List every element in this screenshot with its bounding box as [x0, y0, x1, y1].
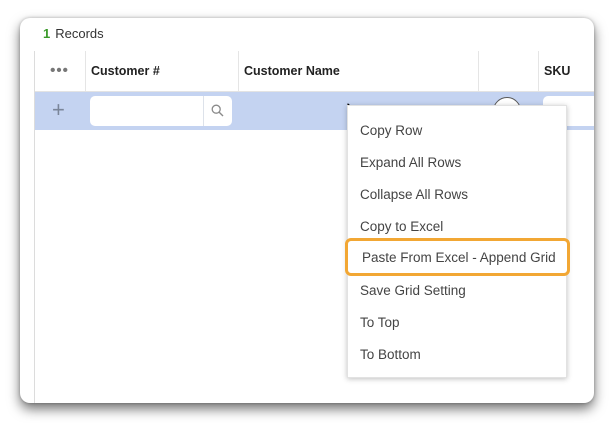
records-label: Records: [55, 26, 104, 41]
column-header-customer-name[interactable]: Customer Name: [239, 51, 479, 91]
customer-number-input[interactable]: [90, 96, 203, 126]
column-header-action: [479, 51, 539, 91]
menu-item-paste-from-excel-append-grid[interactable]: Paste From Excel - Append Grid: [345, 238, 570, 276]
add-row-icon[interactable]: +: [52, 97, 65, 123]
records-count: 1: [43, 26, 51, 41]
menu-item-save-grid-setting[interactable]: Save Grid Setting: [348, 275, 566, 307]
column-header-sku[interactable]: SKU: [539, 51, 594, 91]
menu-item-to-bottom[interactable]: To Bottom: [348, 339, 566, 371]
grid-left-border: [34, 51, 35, 403]
search-icon: [211, 104, 224, 117]
context-menu: Copy Row Expand All Rows Collapse All Ro…: [345, 105, 570, 378]
column-options-icon[interactable]: •••: [34, 51, 86, 91]
menu-item-to-top[interactable]: To Top: [348, 307, 566, 339]
column-header-customer-number[interactable]: Customer #: [86, 51, 239, 91]
menu-item-expand-all-rows[interactable]: Expand All Rows: [348, 147, 566, 179]
records-summary: 1 Records: [43, 26, 104, 41]
menu-item-collapse-all-rows[interactable]: Collapse All Rows: [348, 179, 566, 211]
menu-item-copy-row[interactable]: Copy Row: [348, 115, 566, 147]
grid-header-row: ••• Customer # Customer Name SKU: [34, 51, 594, 92]
customer-search-button[interactable]: [203, 96, 232, 126]
